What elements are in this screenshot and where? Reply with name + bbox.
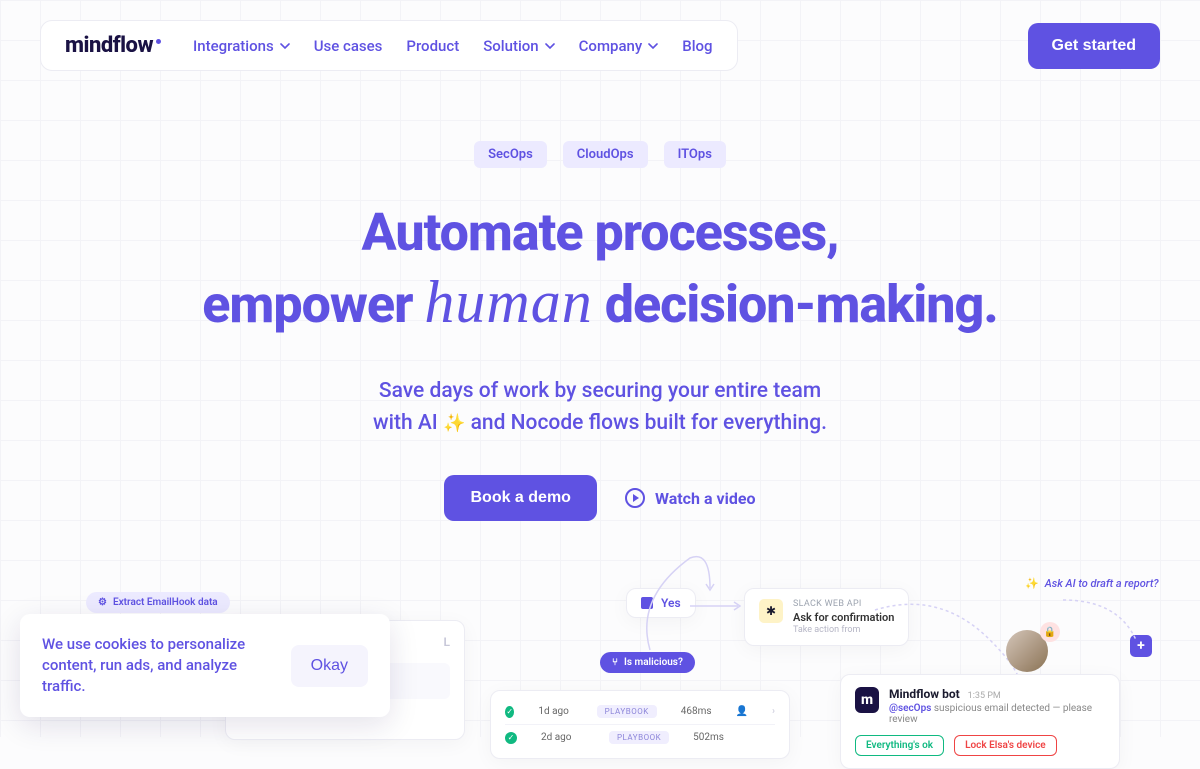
table-row: ✓ 1d ago PLAYBOOK 468ms 👤 › [505,699,775,725]
bot-time: 1:35 PM [968,691,1001,701]
cookie-accept-button[interactable]: Okay [291,645,368,687]
bot-actions: Everything's ok Lock Elsa's device [855,735,1105,756]
nav-main: mindflow Integrations Use cases Product … [40,20,738,71]
lock-device-button[interactable]: Lock Elsa's device [954,735,1057,756]
illus-avatar: 🔒 [1006,630,1048,672]
bot-message: @secOps suspicious email detected — plea… [889,703,1105,725]
headline: Automate processes, empower human decisi… [0,200,1200,340]
chevron-down-icon [545,41,555,51]
cookie-text: We use cookies to personalize content, r… [42,634,263,697]
malicious-label: Is malicious? [624,657,683,668]
nav-link-blog[interactable]: Blog [682,37,712,55]
logo-dot-icon [156,39,161,44]
row-time: 2d ago [541,732,585,743]
row-type: PLAYBOOK [597,705,657,718]
get-started-button[interactable]: Get started [1028,23,1160,69]
nav-link-usecases[interactable]: Use cases [314,37,383,55]
watch-video-button[interactable]: Watch a video [625,488,756,508]
illus-bot-card: m Mindflow bot 1:35 PM @secOps suspiciou… [840,674,1120,769]
arrow-ai-plus [1058,595,1148,645]
navbar: mindflow Integrations Use cases Product … [0,0,1200,91]
cookie-banner: We use cookies to personalize content, r… [20,614,390,717]
tag-secops[interactable]: SecOps [474,141,547,168]
check-icon: ✓ [505,706,514,718]
nav-link-label: Use cases [314,37,383,55]
gear-icon: ⚙ [98,597,107,608]
nav-link-integrations[interactable]: Integrations [193,37,290,55]
arrow-yes-slack [688,596,748,616]
nav-link-label: Blog [682,37,712,55]
tag-cloudops[interactable]: CloudOps [563,141,648,168]
illus-ai-prompt: ✨ Ask AI to draft a report? [1025,577,1159,590]
bot-meta: Mindflow bot 1:35 PM @secOps suspicious … [889,687,1105,725]
chevron-down-icon [280,41,290,51]
chevron-right-icon: › [772,706,775,717]
avatar: 🔒 [1006,630,1048,672]
nav-link-company[interactable]: Company [579,37,659,55]
nav-links: Integrations Use cases Product Solution … [193,37,713,55]
ai-prompt-text: Ask AI to draft a report? [1045,577,1159,590]
play-icon [625,488,645,508]
wand-icon: ✨ [443,410,465,437]
nav-link-product[interactable]: Product [406,37,459,55]
row-dur: 502ms [693,732,724,743]
tags-row: SecOps CloudOps ITOps [0,141,1200,168]
sub-line2a: with AI [373,411,443,435]
bot-name-row: Mindflow bot 1:35 PM [889,687,1105,701]
everything-ok-button[interactable]: Everything's ok [855,735,944,756]
bot-name: Mindflow bot [889,687,960,701]
headline-cursive: human [424,269,592,335]
person-icon: 👤 [736,706,748,717]
nav-link-label: Company [579,37,643,55]
branch-icon: ⑂ [612,657,618,668]
row-time: 1d ago [538,706,572,717]
headline-line1: Automate processes, [361,202,838,263]
hero: SecOps CloudOps ITOps Automate processes… [0,91,1200,521]
watch-video-label: Watch a video [655,489,756,508]
nav-link-solution[interactable]: Solution [483,37,554,55]
logo[interactable]: mindflow [65,33,161,58]
cta-row: Book a demo Watch a video [0,475,1200,521]
tag-itops[interactable]: ITOps [664,141,726,168]
lock-icon: 🔒 [1040,622,1060,642]
bot-avatar-icon: m [855,687,879,713]
nav-link-label: Integrations [193,37,274,55]
sparkle-icon: ✨ [1025,577,1039,590]
table-row: ✓ 2d ago PLAYBOOK 502ms [505,725,775,750]
headline-line2b: decision-making. [593,274,998,335]
chevron-down-icon [648,41,658,51]
bot-mention: @secOps [889,703,931,714]
logo-text: mindflow [65,33,153,58]
check-icon: ✓ [505,732,517,744]
row-dur: 468ms [681,706,712,717]
row-type: PLAYBOOK [609,731,669,744]
extract-pill-label: Extract EmailHook data [113,597,218,608]
nav-link-label: Solution [483,37,538,55]
subheadline: Save days of work by securing your entir… [0,376,1200,439]
book-demo-button[interactable]: Book a demo [444,475,596,521]
sub-line1: Save days of work by securing your entir… [379,379,821,403]
nav-link-label: Product [406,37,459,55]
sub-line2b: and Nocode flows built for everything. [465,411,827,435]
illus-table: ✓ 1d ago PLAYBOOK 468ms 👤 › ✓ 2d ago PLA… [490,690,790,759]
headline-line2a: empower [202,274,424,335]
bot-header: m Mindflow bot 1:35 PM @secOps suspiciou… [855,687,1105,725]
slack-icon: ✱ [759,599,783,623]
